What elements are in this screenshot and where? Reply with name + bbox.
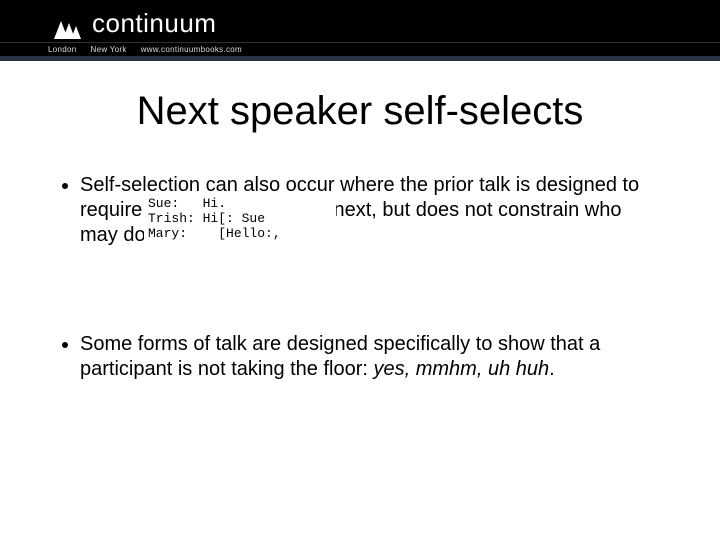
location-newyork: New York: [91, 45, 127, 54]
location-london: London: [48, 45, 77, 54]
brand-logo: continuum: [48, 8, 216, 39]
transcript-line-1: Sue: Hi.: [148, 196, 226, 211]
header-subbar: London New York www.continuumbooks.com: [0, 42, 720, 56]
bullet-2: Some forms of talk are designed specific…: [80, 332, 660, 382]
bullet-2-em: yes, mmhm, uh huh: [374, 358, 550, 380]
transcript-overlay: Sue: Hi. Trish: Hi[: Sue Mary: [Hello:,: [144, 193, 336, 251]
brand-header: continuum London New York www.continuumb…: [0, 0, 720, 56]
brand-name: continuum: [92, 8, 216, 39]
slide-body: Next speaker self-selects Self-selection…: [0, 61, 720, 540]
bullet-2-text-c: .: [549, 358, 555, 380]
transcript-line-3: Mary: [Hello:,: [148, 226, 281, 241]
continuum-logo-icon: [48, 9, 82, 39]
brand-url: www.continuumbooks.com: [141, 45, 242, 54]
slide-title: Next speaker self-selects: [0, 89, 720, 134]
transcript-line-2: Trish: Hi[: Sue: [148, 211, 265, 226]
